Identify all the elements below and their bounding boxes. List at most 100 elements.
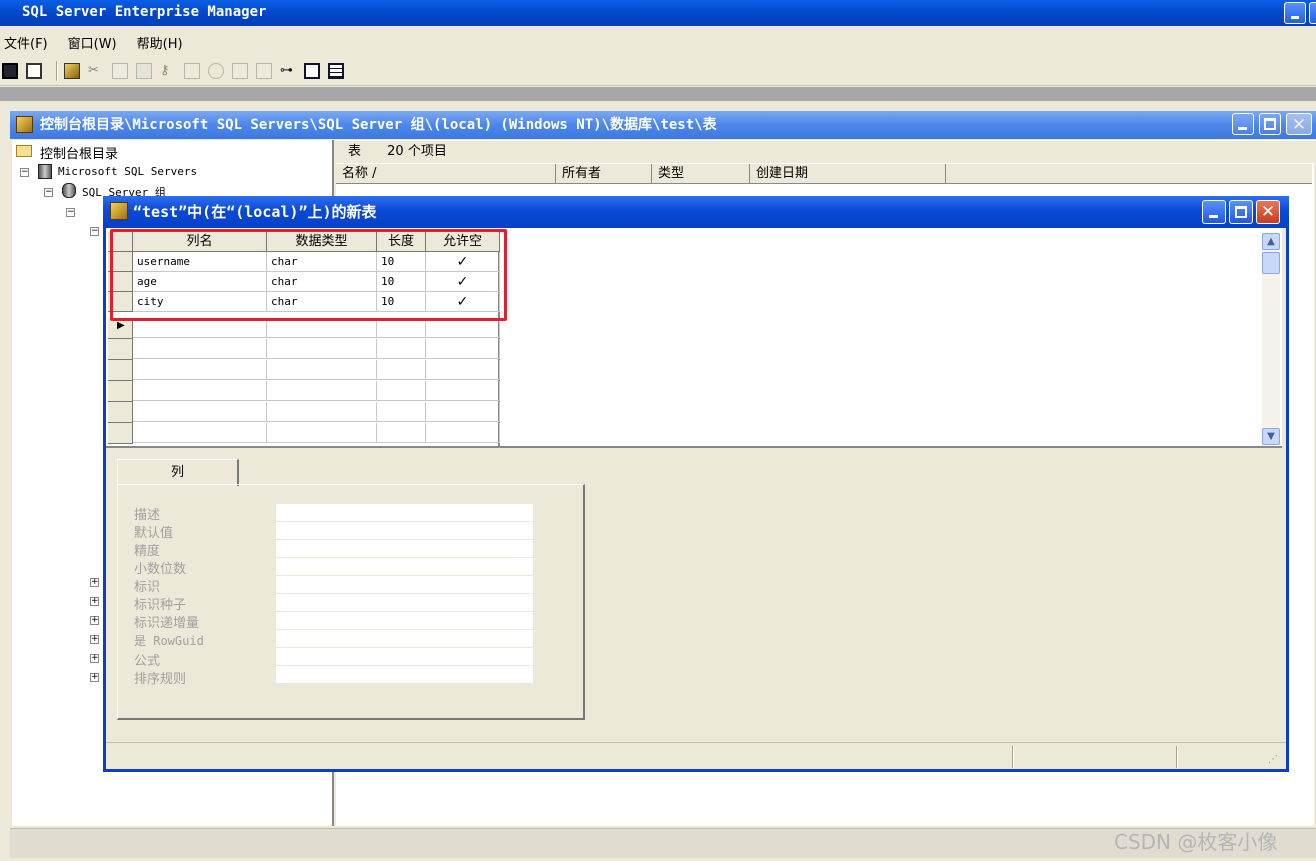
tree-expand-icon[interactable]: + — [90, 635, 99, 644]
empty-cell[interactable] — [267, 318, 377, 338]
prop-input-formula[interactable] — [276, 648, 533, 666]
indexes-icon[interactable] — [208, 62, 224, 79]
tree-collapse-icon[interactable]: − — [44, 188, 53, 197]
prop-input-description[interactable] — [276, 504, 533, 522]
empty-cell[interactable] — [133, 423, 267, 443]
column-header-name[interactable]: 名称 / — [336, 164, 556, 184]
menu-window[interactable]: 窗口(W) — [68, 33, 117, 52]
prop-input-rowguid[interactable] — [276, 630, 533, 648]
resize-grip-icon[interactable]: ⋰ — [1268, 754, 1278, 765]
dialog-close-button[interactable]: ✕ — [1256, 200, 1280, 224]
empty-cell[interactable] — [426, 423, 500, 443]
app-minimize-button[interactable] — [1284, 2, 1306, 24]
list-item-count: 20 个项目 — [387, 144, 447, 159]
prop-input-identity-seed[interactable] — [276, 594, 533, 612]
grid-vertical-scrollbar[interactable]: ▲ ▼ — [1262, 233, 1280, 445]
tree-item-console-root[interactable]: 控制台根目录 — [40, 143, 118, 162]
folder-icon — [16, 145, 32, 157]
empty-cell[interactable] — [133, 339, 267, 359]
empty-cell[interactable] — [426, 360, 500, 380]
app-maximize-button[interactable] — [1309, 2, 1316, 24]
row-selector[interactable] — [108, 381, 133, 402]
key-icon[interactable]: ⚷ — [160, 63, 176, 79]
row-selector-current[interactable]: ▶ — [108, 318, 133, 339]
dialog-maximize-button[interactable] — [1229, 200, 1253, 224]
highlight-box — [110, 229, 507, 321]
prop-label-default: 默认值 — [134, 526, 174, 541]
relationships-icon[interactable] — [184, 62, 200, 79]
properties-icon[interactable] — [26, 62, 42, 79]
paste-icon[interactable] — [136, 62, 152, 79]
constraints-icon[interactable] — [232, 62, 248, 79]
tree-collapse-icon[interactable]: − — [66, 208, 75, 217]
prop-input-collation[interactable] — [276, 666, 533, 684]
prop-input-default[interactable] — [276, 522, 533, 540]
empty-cell[interactable] — [426, 318, 500, 338]
empty-cell[interactable] — [377, 423, 426, 443]
prop-label-identity: 标识 — [134, 580, 161, 595]
empty-cell[interactable] — [377, 381, 426, 401]
minimize-icon — [1238, 127, 1247, 130]
tree-collapse-icon[interactable]: − — [90, 227, 99, 236]
column-header-owner[interactable]: 所有者 — [556, 164, 652, 184]
console-close-button[interactable]: ✕ — [1286, 113, 1312, 135]
maximize-icon — [1264, 118, 1276, 130]
row-selector[interactable] — [108, 402, 133, 423]
empty-cell[interactable] — [267, 339, 377, 359]
empty-cell[interactable] — [426, 402, 500, 422]
row-selector[interactable] — [108, 423, 133, 444]
tree-expand-icon[interactable]: + — [90, 654, 99, 663]
empty-cell[interactable] — [377, 318, 426, 338]
new-table-icon[interactable] — [64, 62, 80, 79]
save-icon[interactable] — [2, 62, 18, 79]
empty-cell[interactable] — [377, 339, 426, 359]
diagram-icon[interactable]: ⊶ — [280, 63, 296, 79]
scroll-thumb[interactable] — [1262, 252, 1280, 274]
maximize-icon — [1235, 206, 1247, 218]
empty-cell[interactable] — [267, 423, 377, 443]
grid-icon[interactable] — [328, 62, 344, 79]
column-header-type[interactable]: 类型 — [652, 164, 750, 184]
close-icon: ✕ — [1260, 202, 1276, 222]
triggers-icon[interactable] — [256, 62, 272, 79]
script-icon[interactable] — [304, 62, 320, 79]
empty-cell[interactable] — [133, 402, 267, 422]
empty-cell[interactable] — [133, 381, 267, 401]
tree-expand-icon[interactable]: + — [90, 673, 99, 682]
prop-label-description: 描述 — [134, 508, 161, 523]
tree-expand-icon[interactable]: + — [90, 616, 99, 625]
dialog-minimize-button[interactable] — [1202, 200, 1226, 224]
prop-label-precision: 精度 — [134, 544, 161, 559]
empty-cell[interactable] — [267, 360, 377, 380]
toolbar: ✂ ⚷ ⊶ — [0, 56, 1316, 86]
copy-icon[interactable] — [112, 62, 128, 79]
empty-cell[interactable] — [267, 381, 377, 401]
empty-cell[interactable] — [377, 360, 426, 380]
scroll-up-icon[interactable]: ▲ — [1262, 233, 1280, 250]
tree-expand-icon[interactable]: + — [90, 597, 99, 606]
empty-cell[interactable] — [426, 381, 500, 401]
row-selector[interactable] — [108, 339, 133, 360]
prop-input-scale[interactable] — [276, 558, 533, 576]
dialog-status-bar — [106, 742, 1286, 770]
column-header-created[interactable]: 创建日期 — [750, 164, 946, 184]
empty-cell[interactable] — [267, 402, 377, 422]
prop-input-identity[interactable] — [276, 576, 533, 594]
empty-cell[interactable] — [377, 402, 426, 422]
prop-input-identity-increment[interactable] — [276, 612, 533, 630]
tree-expand-icon[interactable]: + — [90, 578, 99, 587]
menu-file[interactable]: 文件(F) — [4, 33, 48, 52]
console-minimize-button[interactable] — [1232, 113, 1254, 135]
menu-help[interactable]: 帮助(H) — [137, 33, 183, 52]
empty-cell[interactable] — [426, 339, 500, 359]
cut-icon[interactable]: ✂ — [88, 63, 104, 79]
console-maximize-button[interactable] — [1259, 113, 1281, 135]
prop-input-precision[interactable] — [276, 540, 533, 558]
tree-item-sql-servers[interactable]: Microsoft SQL Servers — [58, 165, 197, 178]
tree-collapse-icon[interactable]: − — [20, 168, 29, 177]
empty-cell[interactable] — [133, 360, 267, 380]
scroll-down-icon[interactable]: ▼ — [1262, 428, 1280, 445]
tab-columns[interactable]: 列 — [117, 459, 239, 486]
empty-cell[interactable] — [133, 318, 267, 338]
row-selector[interactable] — [108, 360, 133, 381]
